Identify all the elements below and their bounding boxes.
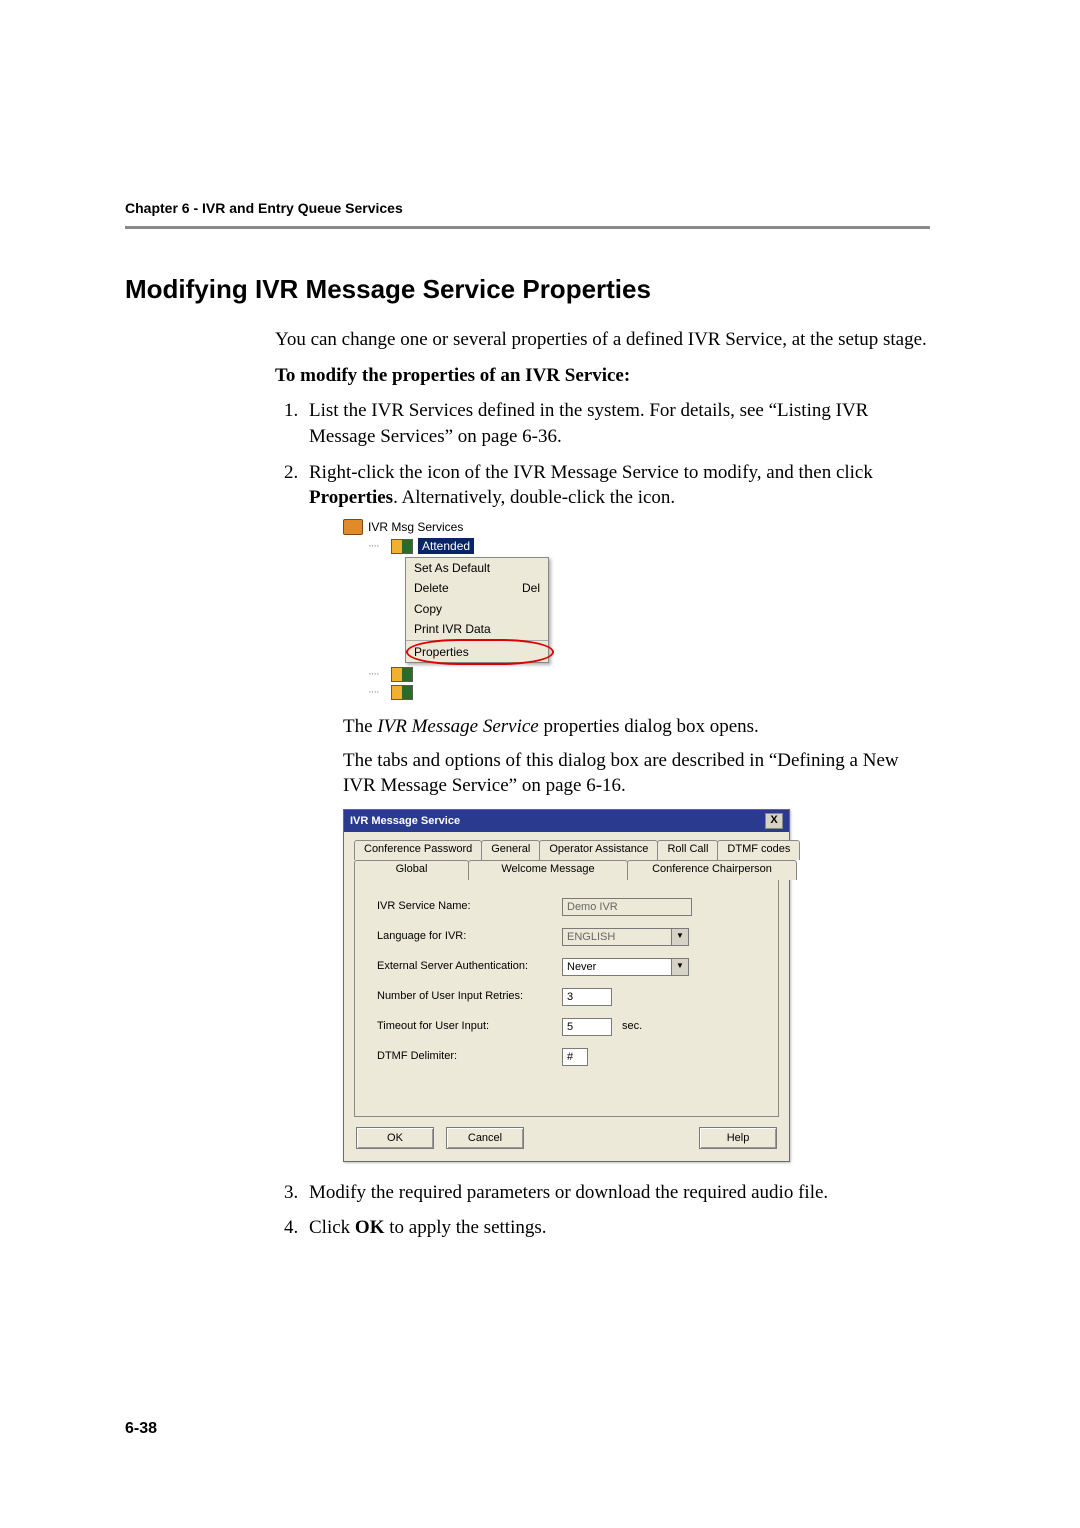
row-language: Language for IVR: ▼ [377, 928, 760, 946]
tab-conference-password[interactable]: Conference Password [354, 840, 482, 860]
step-4-text-a: Click [309, 1217, 355, 1238]
step-2-text-b: . Alternatively, double-click the icon. [393, 487, 675, 508]
cancel-button[interactable]: Cancel [446, 1127, 524, 1149]
label-delimiter: DTMF Delimiter: [377, 1049, 562, 1064]
tree-root[interactable]: IVR Msg Services [343, 519, 568, 535]
menu-label: Print IVR Data [414, 621, 491, 637]
section-title: Modifying IVR Message Service Properties [125, 274, 930, 305]
row-timeout: Timeout for User Input: sec. [377, 1018, 760, 1036]
body-column: You can change one or several properties… [275, 327, 930, 1241]
step-1: List the IVR Services defined in the sys… [303, 398, 930, 449]
label-retries: Number of User Input Retries: [377, 989, 562, 1004]
context-menu: Set As Default Delete Del Copy Print IVR… [405, 557, 549, 663]
tabs-row-2: Global Welcome Message Conference Chairp… [354, 860, 779, 880]
intro-paragraph: You can change one or several properties… [275, 327, 930, 353]
label-language: Language for IVR: [377, 929, 562, 944]
dialog-titlebar[interactable]: IVR Message Service X [344, 810, 789, 832]
menu-label: Delete [414, 580, 449, 596]
tabs-row-1: Conference Password General Operator Ass… [354, 840, 779, 860]
timeout-field[interactable] [562, 1018, 612, 1036]
step-list: List the IVR Services defined in the sys… [275, 398, 930, 1241]
page: Chapter 6 - IVR and Entry Queue Services… [0, 0, 1080, 1528]
menu-delete[interactable]: Delete Del [406, 578, 548, 598]
step-2-result-line-1: The IVR Message Service properties dialo… [343, 714, 930, 740]
tree-item-extra-1[interactable]: ···· [368, 667, 568, 682]
step-2-properties-word: Properties [309, 487, 393, 508]
menu-properties[interactable]: Properties [406, 642, 548, 662]
label-timeout: Timeout for User Input: [377, 1019, 562, 1034]
tab-panel-global: IVR Service Name: Language for IVR: ▼ [354, 879, 779, 1117]
language-dropdown: ▼ [562, 928, 689, 946]
chapter-header: Chapter 6 - IVR and Entry Queue Services [125, 200, 930, 216]
step-2-text-a: Right-click the icon of the IVR Message … [309, 462, 873, 483]
step-4: Click OK to apply the settings. [303, 1215, 930, 1241]
tab-general[interactable]: General [481, 840, 540, 860]
menu-separator [406, 640, 548, 641]
row-service-name: IVR Service Name: [377, 898, 760, 916]
page-number: 6-38 [125, 1420, 157, 1438]
close-icon[interactable]: X [765, 813, 783, 829]
ivr-item-icon [391, 685, 413, 700]
menu-set-as-default[interactable]: Set As Default [406, 558, 548, 578]
row-ext-auth: External Server Authentication: ▼ [377, 958, 760, 976]
ok-button[interactable]: OK [356, 1127, 434, 1149]
help-button[interactable]: Help [699, 1127, 777, 1149]
dialog-title-text: IVR Message Service [350, 814, 460, 829]
ivr-item-icon [391, 539, 413, 554]
step-2: Right-click the icon of the IVR Message … [303, 460, 930, 1162]
ext-auth-dropdown[interactable]: ▼ [562, 958, 689, 976]
ivr-dialog-figure: IVR Message Service X Conference Passwor… [343, 809, 790, 1162]
label-service-name: IVR Service Name: [377, 899, 562, 914]
row-retries: Number of User Input Retries: [377, 988, 760, 1006]
tree-connector-icon: ···· [368, 685, 386, 700]
tab-dtmf-codes[interactable]: DTMF codes [717, 840, 800, 860]
tree-item-label: Attended [418, 538, 474, 554]
step-3: Modify the required parameters or downlo… [303, 1180, 930, 1206]
tab-welcome-message[interactable]: Welcome Message [468, 860, 628, 880]
timeout-unit: sec. [622, 1019, 642, 1034]
dialog-button-row: OK Cancel Help [344, 1117, 789, 1161]
language-value [562, 928, 672, 946]
row-delimiter: DTMF Delimiter: [377, 1048, 760, 1066]
menu-copy[interactable]: Copy [406, 599, 548, 619]
ivr-item-icon [391, 667, 413, 682]
tab-roll-call[interactable]: Roll Call [657, 840, 718, 860]
tab-conference-chairperson[interactable]: Conference Chairperson [627, 860, 797, 880]
delimiter-field[interactable] [562, 1048, 588, 1066]
tab-global[interactable]: Global [354, 860, 469, 880]
ivr-message-service-italic: IVR Message Service [377, 716, 538, 737]
procedure-heading: To modify the properties of an IVR Servi… [275, 363, 930, 389]
tree-connector-icon: ···· [368, 667, 386, 682]
tree-root-label: IVR Msg Services [368, 519, 463, 535]
step-2-result-line-2: The tabs and options of this dialog box … [343, 748, 930, 799]
ext-auth-value[interactable] [562, 958, 672, 976]
dialog-tabs: Conference Password General Operator Ass… [344, 832, 789, 1117]
tree-item-extra-2[interactable]: ···· [368, 685, 568, 700]
txt: properties dialog box opens. [539, 716, 759, 737]
chevron-down-icon: ▼ [672, 928, 689, 946]
tree-item-attended[interactable]: ···· Attended [368, 538, 568, 554]
menu-label: Copy [414, 601, 442, 617]
tree-connector-icon: ···· [368, 539, 386, 554]
label-ext-auth: External Server Authentication: [377, 959, 562, 974]
menu-label: Set As Default [414, 560, 490, 576]
ivr-services-icon [343, 519, 363, 535]
context-menu-figure: IVR Msg Services ···· Attended Set As De… [343, 519, 568, 700]
menu-label: Properties [414, 645, 469, 659]
header-rule [125, 226, 930, 229]
menu-shortcut: Del [522, 580, 540, 596]
step-4-text-b: to apply the settings. [384, 1217, 546, 1238]
retries-field[interactable] [562, 988, 612, 1006]
tab-operator-assistance[interactable]: Operator Assistance [539, 840, 658, 860]
chevron-down-icon[interactable]: ▼ [672, 958, 689, 976]
step-4-ok-word: OK [355, 1217, 385, 1238]
service-name-field [562, 898, 692, 916]
menu-print-ivr-data[interactable]: Print IVR Data [406, 619, 548, 639]
txt: The [343, 716, 377, 737]
